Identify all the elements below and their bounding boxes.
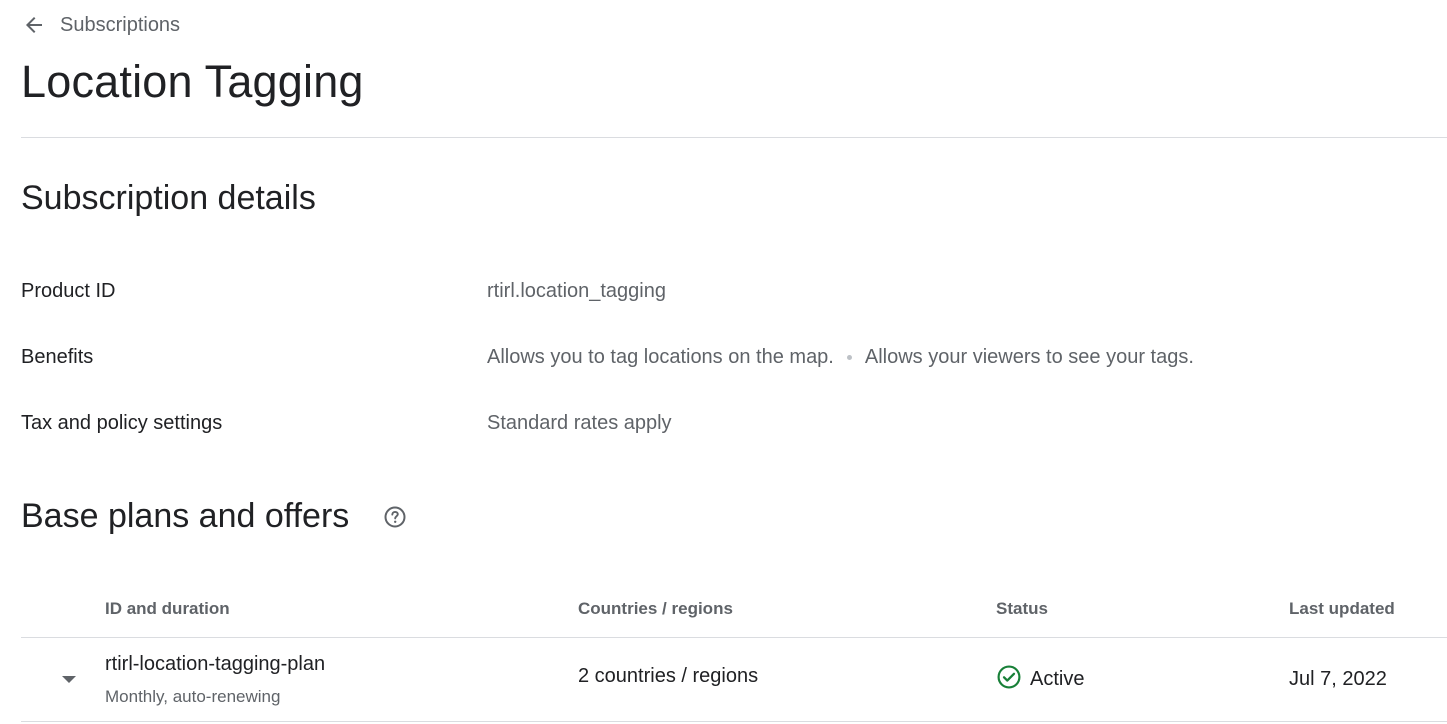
back-link-label: Subscriptions	[60, 13, 181, 36]
column-header-status[interactable]: Status	[996, 598, 1048, 620]
table-row-divider	[21, 721, 1447, 722]
page-title: Location Tagging	[21, 56, 364, 107]
plan-countries: 2 countries / regions	[578, 665, 759, 687]
base-plans-heading: Base plans and offers	[21, 497, 350, 535]
product-id-value: rtirl.location_tagging	[487, 278, 666, 304]
column-header-id-duration[interactable]: ID and duration	[105, 598, 230, 620]
tax-policy-value: Standard rates apply	[487, 410, 672, 436]
help-circle-icon[interactable]	[383, 505, 407, 529]
check-circle-icon	[996, 664, 1022, 695]
benefit-item: Allows you to tag locations on the map.	[487, 346, 834, 368]
column-header-last-updated[interactable]: Last updated	[1289, 598, 1395, 620]
expand-row-button[interactable]	[57, 667, 81, 691]
column-header-countries[interactable]: Countries / regions	[578, 598, 733, 620]
bullet-separator	[846, 354, 852, 360]
subscription-page: Subscriptions Location Tagging Subscript…	[0, 0, 1447, 724]
benefits-label: Benefits	[21, 346, 94, 368]
back-to-subscriptions-link[interactable]: Subscriptions	[22, 10, 180, 40]
tax-policy-label: Tax and policy settings	[21, 412, 223, 434]
arrow-drop-down-icon	[62, 676, 76, 683]
plan-id: rtirl-location-tagging-plan	[105, 653, 326, 675]
tax-policy-text: Standard rates apply	[487, 412, 672, 434]
arrow-back-icon	[22, 13, 46, 37]
status-badge: Active	[996, 665, 1084, 693]
benefits-value: Allows you to tag locations on the map. …	[487, 344, 1194, 370]
benefit-item: Allows your viewers to see your tags.	[864, 346, 1194, 368]
product-id-text: rtirl.location_tagging	[487, 280, 666, 302]
plan-last-updated: Jul 7, 2022	[1289, 668, 1387, 690]
header-divider	[21, 137, 1447, 138]
product-id-label: Product ID	[21, 280, 116, 302]
subscription-details-heading: Subscription details	[21, 179, 316, 217]
plan-duration: Monthly, auto-renewing	[105, 687, 281, 706]
status-text: Active	[1030, 667, 1085, 690]
table-header-divider	[21, 637, 1447, 638]
